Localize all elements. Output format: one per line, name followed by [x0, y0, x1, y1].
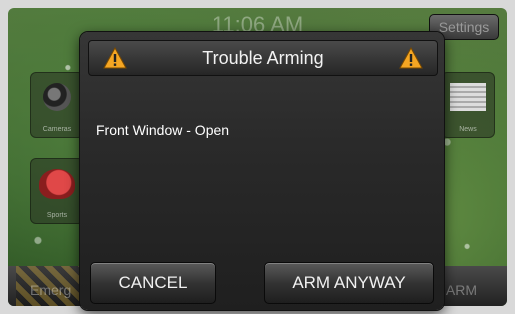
tile-news[interactable]: News: [441, 72, 495, 138]
hazard-stripes: [16, 266, 86, 306]
trouble-arming-dialog: Trouble Arming Front Window - Open CANCE…: [80, 32, 444, 310]
tile-label: Sports: [46, 212, 68, 219]
tile-label: Cameras: [42, 126, 72, 133]
tile-label: News: [459, 126, 477, 133]
dialog-message: Front Window - Open: [96, 122, 230, 138]
tile-cameras[interactable]: Cameras: [30, 72, 84, 138]
emergency-button[interactable]: Emerg: [30, 282, 71, 298]
device-bezel: 11:06 AM Settings Cameras Sports News Em…: [0, 0, 515, 314]
arm-button-background[interactable]: ARM: [446, 282, 477, 298]
newspaper-icon: [450, 83, 486, 111]
football-helmet-icon: [39, 169, 75, 199]
cancel-button[interactable]: CANCEL: [90, 262, 216, 304]
tile-sports[interactable]: Sports: [30, 158, 84, 224]
arm-anyway-button[interactable]: ARM ANYWAY: [264, 262, 434, 304]
dialog-title: Trouble Arming: [202, 48, 324, 68]
camera-icon: [43, 83, 71, 111]
warning-icon: [399, 47, 423, 69]
dialog-header: Trouble Arming: [88, 40, 438, 76]
